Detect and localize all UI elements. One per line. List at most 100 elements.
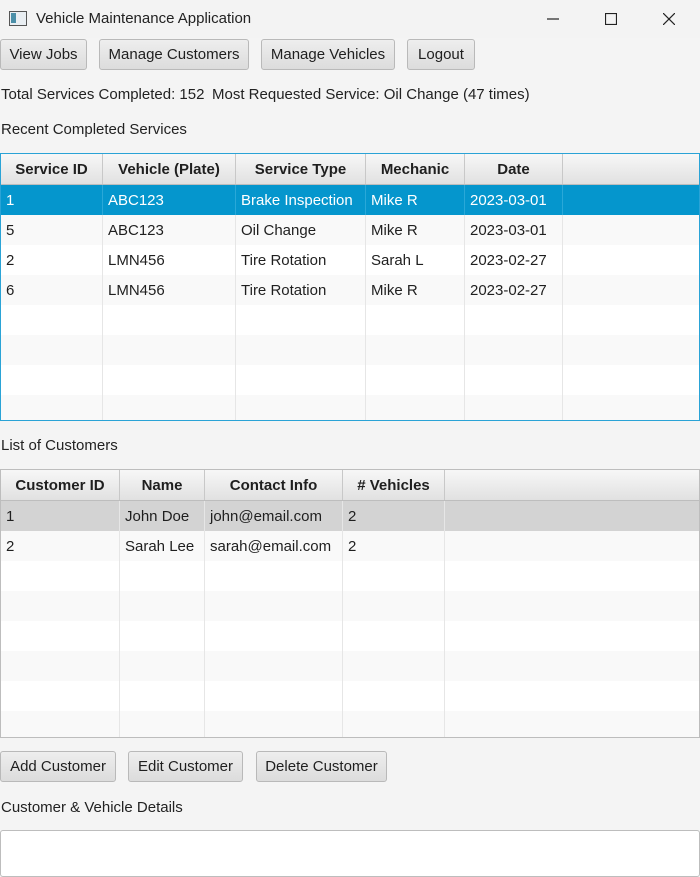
customers-cell: [205, 681, 343, 711]
customers-row: [1, 711, 699, 737]
services-row: [1, 395, 699, 420]
services-filler-cell: [563, 305, 699, 335]
services-cell: [236, 335, 366, 365]
details-textarea[interactable]: [0, 830, 700, 877]
services-cell: Mike R: [366, 185, 465, 215]
add-customer-button[interactable]: Add Customer: [0, 751, 116, 782]
services-cell: 5: [1, 215, 103, 245]
delete-customer-button[interactable]: Delete Customer: [256, 751, 387, 782]
services-row: [1, 365, 699, 395]
minimize-icon: [547, 18, 559, 20]
customers-filler-header: [445, 470, 699, 500]
services-row[interactable]: 5 ABC123 Oil Change Mike R 2023-03-01: [1, 215, 699, 245]
most-requested-label: Most Requested Service: Oil Change (47 t…: [212, 86, 530, 103]
services-cell: Mike R: [366, 275, 465, 305]
services-filler-header: [563, 154, 699, 184]
services-cell: 2023-02-27: [465, 275, 563, 305]
services-cell: Mike R: [366, 215, 465, 245]
services-cell: 2023-03-01: [465, 185, 563, 215]
services-column-header[interactable]: Vehicle (Plate): [103, 154, 236, 184]
customers-cell: [343, 711, 445, 737]
customers-cell: [343, 561, 445, 591]
customers-cell: [205, 561, 343, 591]
services-header: Service ID Vehicle (Plate) Service Type Mec…: [1, 154, 699, 185]
customers-cell: [343, 621, 445, 651]
services-cell: ABC123: [103, 185, 236, 215]
services-row[interactable]: 6 LMN456 Tire Rotation Mike R 2023-02-27: [1, 275, 699, 305]
customers-filler-cell: [445, 501, 699, 531]
services-cell: [366, 305, 465, 335]
customers-cell: [1, 621, 120, 651]
services-row[interactable]: 1 ABC123 Brake Inspection Mike R 2023-03-01: [1, 185, 699, 215]
services-cell: LMN456: [103, 245, 236, 275]
customers-cell: [120, 681, 205, 711]
services-cell: Tire Rotation: [236, 245, 366, 275]
services-cell: [366, 365, 465, 395]
customers-cell: John Doe: [120, 501, 205, 531]
details-label: Customer & Vehicle Details: [1, 799, 183, 816]
services-cell: [236, 305, 366, 335]
view-jobs-button[interactable]: View Jobs: [0, 39, 87, 70]
services-column-header[interactable]: Service ID: [1, 154, 103, 184]
customers-table[interactable]: Customer ID Name Contact Info # Vehicles 1 Jo…: [0, 469, 700, 738]
services-cell: [465, 305, 563, 335]
services-filler-cell: [563, 275, 699, 305]
customers-filler-cell: [445, 531, 699, 561]
customers-header: Customer ID Name Contact Info # Vehicles: [1, 470, 699, 501]
edit-customer-button[interactable]: Edit Customer: [128, 751, 243, 782]
customers-row[interactable]: 2 Sarah Lee sarah@email.com 2: [1, 531, 699, 561]
services-row: [1, 335, 699, 365]
maximize-button[interactable]: [582, 0, 640, 38]
services-cell: [103, 395, 236, 420]
services-table[interactable]: Service ID Vehicle (Plate) Service Type Mec…: [0, 153, 700, 421]
customers-cell: [120, 651, 205, 681]
maximize-icon: [605, 13, 617, 25]
services-cell: [1, 305, 103, 335]
customers-filler-cell: [445, 711, 699, 737]
services-filler-cell: [563, 245, 699, 275]
customers-row[interactable]: 1 John Doe john@email.com 2: [1, 501, 699, 531]
customers-cell: 1: [1, 501, 120, 531]
services-cell: [1, 335, 103, 365]
services-cell: 1: [1, 185, 103, 215]
manage-vehicles-button[interactable]: Manage Vehicles: [261, 39, 395, 70]
services-cell: [103, 365, 236, 395]
services-column-header[interactable]: Date: [465, 154, 563, 184]
close-button[interactable]: [640, 0, 698, 38]
services-filler-cell: [563, 335, 699, 365]
customers-row: [1, 651, 699, 681]
customers-cell: 2: [343, 531, 445, 561]
services-filler-cell: [563, 365, 699, 395]
customers-cell: [205, 651, 343, 681]
services-cell: LMN456: [103, 275, 236, 305]
customers-column-header[interactable]: Customer ID: [1, 470, 120, 500]
customers-row: [1, 621, 699, 651]
services-row[interactable]: 2 LMN456 Tire Rotation Sarah L 2023-02-27: [1, 245, 699, 275]
services-cell: Tire Rotation: [236, 275, 366, 305]
services-column-header[interactable]: Mechanic: [366, 154, 465, 184]
logout-button[interactable]: Logout: [407, 39, 475, 70]
services-cell: [236, 365, 366, 395]
services-cell: [366, 335, 465, 365]
window-title: Vehicle Maintenance Application: [36, 10, 252, 27]
customers-cell: [343, 681, 445, 711]
customers-cell: 2: [343, 501, 445, 531]
customers-row: [1, 561, 699, 591]
services-cell: ABC123: [103, 215, 236, 245]
customers-column-header[interactable]: Name: [120, 470, 205, 500]
customers-cell: [120, 591, 205, 621]
customers-cell: [205, 591, 343, 621]
customers-cell: 2: [1, 531, 120, 561]
customers-cell: Sarah Lee: [120, 531, 205, 561]
customers-cell: [1, 561, 120, 591]
services-cell: 2023-03-01: [465, 215, 563, 245]
customers-column-header[interactable]: Contact Info: [205, 470, 343, 500]
minimize-button[interactable]: [524, 0, 582, 38]
services-column-header[interactable]: Service Type: [236, 154, 366, 184]
customers-filler-cell: [445, 591, 699, 621]
services-cell: Brake Inspection: [236, 185, 366, 215]
customers-row: [1, 681, 699, 711]
manage-customers-button[interactable]: Manage Customers: [99, 39, 249, 70]
customers-column-header[interactable]: # Vehicles: [343, 470, 445, 500]
services-cell: [366, 395, 465, 420]
